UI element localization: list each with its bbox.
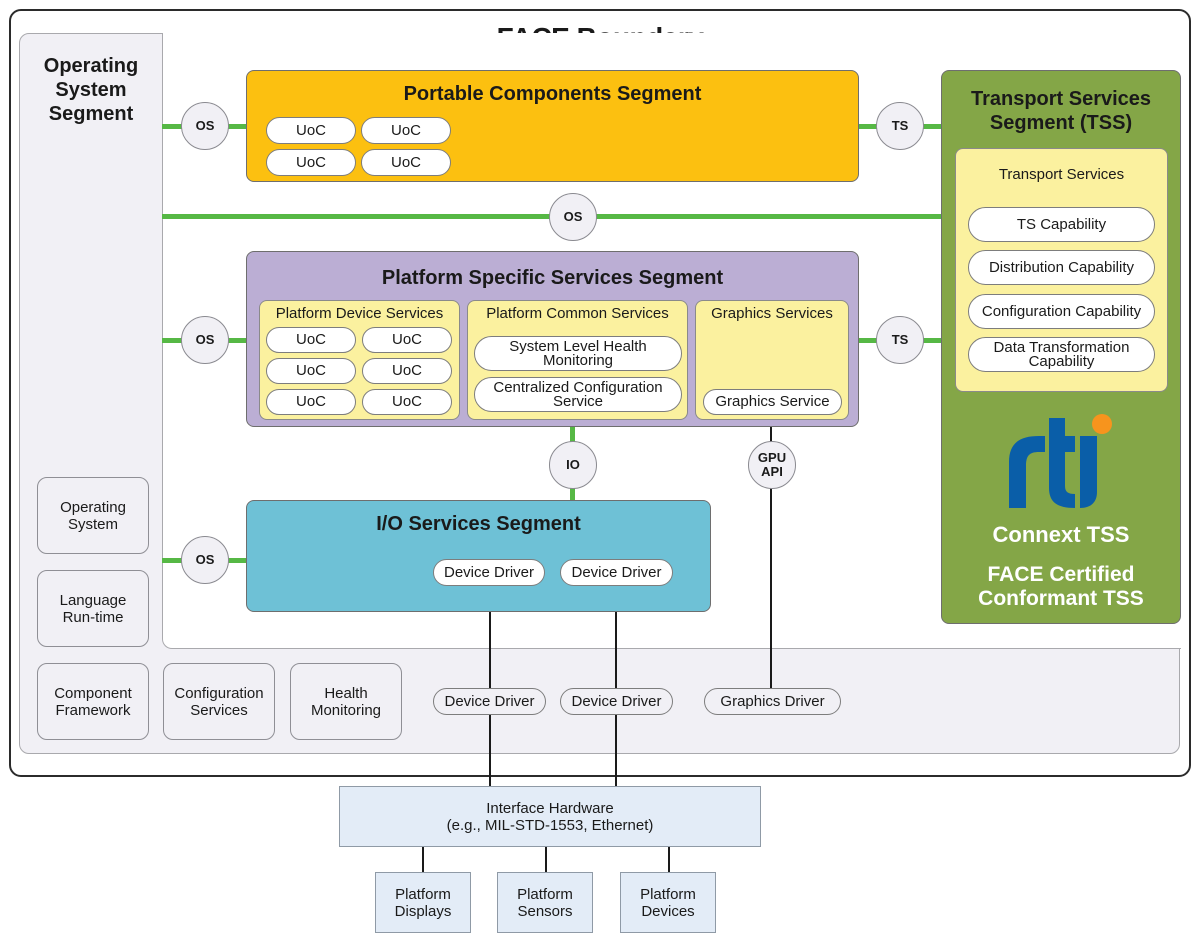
- os-block-language-runtime[interactable]: Language Run-time: [37, 570, 149, 647]
- uoc[interactable]: UoC: [362, 358, 452, 384]
- os-interface-io[interactable]: OS: [181, 536, 229, 584]
- data-transformation-capability[interactable]: Data Transformation Capability: [968, 337, 1155, 372]
- uoc[interactable]: UoC: [266, 389, 356, 415]
- ts-capability[interactable]: TS Capability: [968, 207, 1155, 242]
- uoc[interactable]: UoC: [361, 149, 451, 176]
- platform-common-services[interactable]: Platform Common Services System Level He…: [467, 300, 688, 420]
- platform-devices[interactable]: Platform Devices: [620, 872, 716, 933]
- rti-logo-icon: [1009, 414, 1112, 508]
- portable-components-title: Portable Components Segment: [403, 83, 702, 105]
- uoc[interactable]: UoC: [361, 117, 451, 144]
- os-interface-tss[interactable]: OS: [549, 193, 597, 241]
- uoc[interactable]: UoC: [362, 327, 452, 353]
- io-interface[interactable]: IO: [549, 441, 597, 489]
- os-block-health-monitoring[interactable]: Health Monitoring: [290, 663, 402, 740]
- platform-device-services[interactable]: Platform Device Services UoC UoC UoC UoC…: [259, 300, 460, 420]
- platform-sensors[interactable]: Platform Sensors: [497, 872, 593, 933]
- platform-specific-services-segment[interactable]: Platform Specific Services Segment Platf…: [246, 251, 859, 427]
- uoc[interactable]: UoC: [362, 389, 452, 415]
- system-level-health-monitoring[interactable]: System Level Health Monitoring: [474, 336, 682, 371]
- interface-hardware[interactable]: Interface Hardware (e.g., MIL-STD-1553, E…: [339, 786, 761, 847]
- uoc[interactable]: UoC: [266, 327, 356, 353]
- os-interface-platform-specific[interactable]: OS: [181, 316, 229, 364]
- os-segment-title: Operating System Segment: [43, 55, 139, 125]
- tss-title: Transport Services Segment (TSS): [970, 88, 1152, 134]
- uoc[interactable]: UoC: [266, 358, 356, 384]
- graphics-services[interactable]: Graphics Services Graphics Service: [695, 300, 849, 420]
- connector-hw-devices: [668, 846, 670, 873]
- distribution-capability[interactable]: Distribution Capability: [968, 250, 1155, 285]
- ts-interface-platform-specific[interactable]: TS: [876, 316, 924, 364]
- connector-device-driver-2: [615, 584, 617, 787]
- graphics-service[interactable]: Graphics Service: [703, 389, 842, 415]
- os-device-driver-2[interactable]: Device Driver: [560, 688, 673, 715]
- os-interface-portable[interactable]: OS: [181, 102, 229, 150]
- io-device-driver-2[interactable]: Device Driver: [560, 559, 673, 586]
- centralized-configuration-service[interactable]: Centralized Configuration Service: [474, 377, 682, 412]
- platform-displays[interactable]: Platform Displays: [375, 872, 471, 933]
- os-block-operating-system[interactable]: Operating System: [37, 477, 149, 554]
- os-block-configuration-services[interactable]: Configuration Services: [163, 663, 275, 740]
- io-device-driver-1[interactable]: Device Driver: [433, 559, 545, 586]
- io-services-title: I/O Services Segment: [376, 513, 581, 535]
- connector-hw-displays: [422, 846, 424, 873]
- connector-device-driver-1: [489, 584, 491, 787]
- ts-interface-portable[interactable]: TS: [876, 102, 924, 150]
- connector-hw-sensors: [545, 846, 547, 873]
- rti-logo: [1005, 410, 1115, 510]
- io-services-segment[interactable]: I/O Services Segment Device Driver Devic…: [246, 500, 711, 612]
- uoc[interactable]: UoC: [266, 149, 356, 176]
- transport-services-box[interactable]: Transport Services TS Capability Distrib…: [955, 148, 1168, 392]
- face-certified-label: FACE Certified Conformant TSS: [978, 563, 1144, 610]
- uoc[interactable]: UoC: [266, 117, 356, 144]
- connext-tss-label: Connext TSS: [992, 522, 1130, 547]
- os-device-driver-1[interactable]: Device Driver: [433, 688, 546, 715]
- configuration-capability[interactable]: Configuration Capability: [968, 294, 1155, 329]
- os-block-component-framework[interactable]: Component Framework: [37, 663, 149, 740]
- platform-specific-title: Platform Specific Services Segment: [381, 267, 724, 289]
- gpu-api-interface[interactable]: GPU API: [748, 441, 796, 489]
- os-graphics-driver[interactable]: Graphics Driver: [704, 688, 841, 715]
- portable-components-segment[interactable]: Portable Components Segment UoC UoC UoC …: [246, 70, 859, 182]
